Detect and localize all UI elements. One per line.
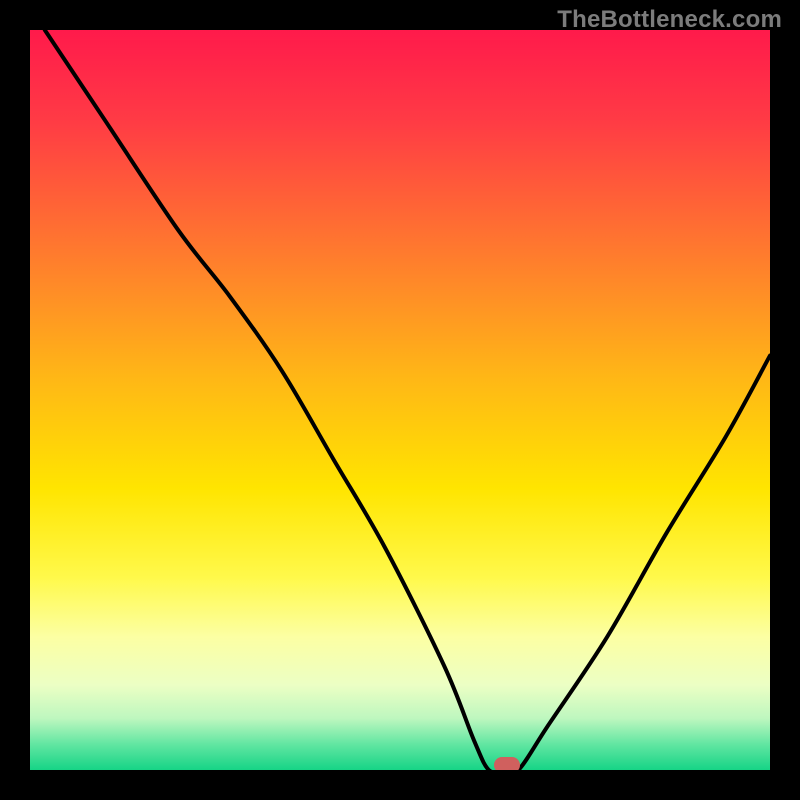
plot-area — [30, 30, 770, 770]
chart-frame: TheBottleneck.com — [0, 0, 800, 800]
gradient-background — [30, 30, 770, 770]
chart-svg — [30, 30, 770, 770]
minimum-marker — [494, 757, 520, 770]
